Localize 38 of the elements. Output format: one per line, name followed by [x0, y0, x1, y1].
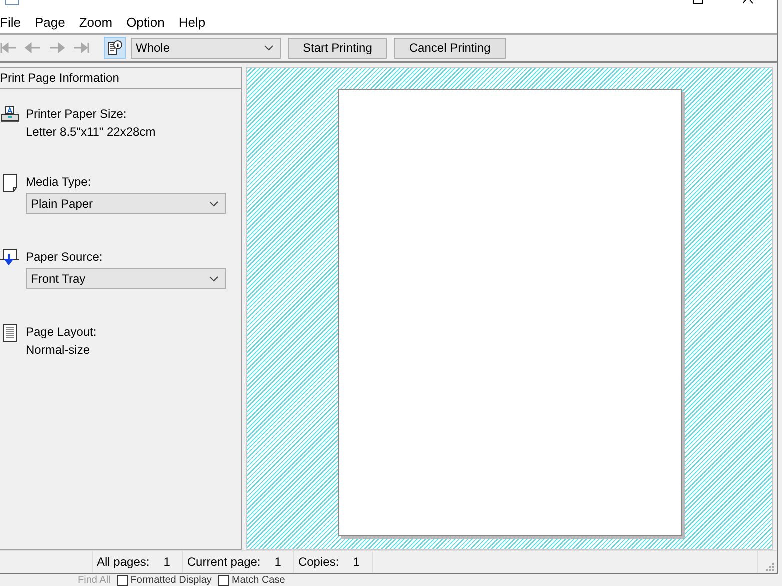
status-label: Copies: [298, 555, 340, 569]
caret-icon [264, 45, 274, 51]
field-value: Normal-size [26, 343, 92, 357]
menu-item[interactable]: File [0, 15, 28, 30]
field-label: Media Type: [26, 175, 92, 189]
start-printing-button[interactable]: Start Printing [288, 38, 388, 58]
field-label: Page Layout: [26, 325, 97, 339]
maximize-icon[interactable] [693, 0, 703, 4]
status-value: 1 [353, 555, 360, 569]
field-label: Paper Source: [26, 250, 104, 264]
status-label: All pages: [97, 555, 150, 569]
caret-icon [209, 276, 219, 282]
zoom-dropdown[interactable]: Whole [131, 38, 281, 58]
media-type-dropdown[interactable]: Plain Paper [26, 193, 226, 214]
close-icon[interactable] [743, 0, 753, 4]
paper-sheet-icon [0, 173, 20, 193]
status-label: Current page: [187, 555, 261, 569]
field-label: Printer Paper Size: [26, 107, 128, 121]
checkbox[interactable] [116, 574, 128, 586]
checkbox[interactable] [218, 574, 229, 586]
resize-grip-icon [766, 563, 774, 571]
menu-item[interactable]: Option [120, 15, 172, 30]
checkbox-label: Match Case [232, 574, 286, 586]
cancel-printing-button[interactable]: Cancel Printing [394, 38, 506, 58]
status-value: 1 [274, 555, 282, 569]
caret-icon [209, 200, 219, 206]
page-layout-icon [0, 323, 20, 343]
paper-source-dropdown[interactable]: Front Tray [26, 268, 226, 289]
menu-item[interactable]: Help [172, 15, 213, 30]
checkbox-label: Formatted Display [130, 574, 212, 586]
status-value: 1 [164, 555, 170, 569]
field-value: Letter 8.5"x11" 22x28cm [26, 125, 156, 139]
menu-item[interactable]: Page [28, 15, 72, 30]
panel-title: Print Page Information [0, 68, 241, 89]
printer-icon [0, 105, 20, 125]
menu-item[interactable]: Zoom [72, 15, 120, 30]
paper-feed-icon [0, 248, 20, 268]
page-info-toggle[interactable] [104, 37, 126, 59]
